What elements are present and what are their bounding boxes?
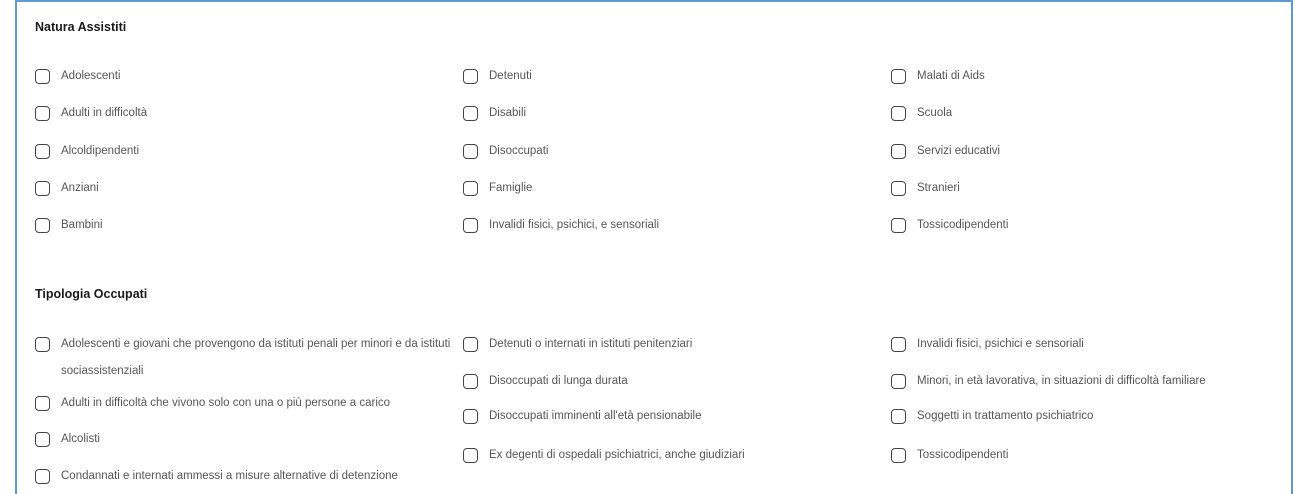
checkbox-label: Adolescenti e giovani che provengono da … xyxy=(61,338,451,377)
checkbox-adulti-persone-a-carico[interactable]: Adulti in difficoltà che vivono solo con… xyxy=(35,393,390,414)
checkbox-label: Minori, in età lavorativa, in situazioni… xyxy=(917,375,1206,387)
checkbox-label: Invalidi fisici, psichici, e sensoriali xyxy=(489,219,660,231)
checkbox-label: Stranieri xyxy=(917,182,960,194)
checkbox-box[interactable] xyxy=(891,448,906,463)
checkbox-label: Disabili xyxy=(489,107,527,119)
checkbox-box[interactable] xyxy=(891,337,906,352)
checkbox-scuola[interactable]: Scuola xyxy=(891,103,952,124)
checkbox-stranieri[interactable]: Stranieri xyxy=(891,178,960,199)
section-title-natura-assistiti: Natura Assistiti xyxy=(35,20,127,34)
checkbox-minori-eta-lavorativa[interactable]: Minori, in età lavorativa, in situazioni… xyxy=(891,371,1206,392)
checkbox-box[interactable] xyxy=(463,448,478,463)
checkbox-trattamento-psichiatrico[interactable]: Soggetti in trattamento psichiatrico xyxy=(891,406,1093,427)
checkbox-label: Tossicodipendenti xyxy=(917,449,1009,461)
checkbox-invalidi-fisici[interactable]: Invalidi fisici, psichici e sensoriali xyxy=(891,334,1084,355)
checkbox-label: Alcolisti xyxy=(61,433,100,445)
checkbox-servizi-educativi[interactable]: Servizi educativi xyxy=(891,141,1000,162)
checkbox-box[interactable] xyxy=(463,337,478,352)
checkbox-box[interactable] xyxy=(891,409,906,424)
checkbox-label: Detenuti o internati in istituti peniten… xyxy=(489,338,693,350)
checkbox-label: Condannati e internati ammessi a misure … xyxy=(61,470,398,482)
checkbox-label: Soggetti in trattamento psichiatrico xyxy=(917,410,1094,422)
checkbox-box[interactable] xyxy=(463,409,478,424)
checkbox-box[interactable] xyxy=(35,69,50,84)
checkbox-condannati-internati[interactable]: Condannati e internati ammessi a misure … xyxy=(35,466,398,487)
checkbox-box[interactable] xyxy=(891,374,906,389)
checkbox-box[interactable] xyxy=(891,144,906,159)
checkbox-box[interactable] xyxy=(35,469,50,484)
checkbox-alcoldipendenti[interactable]: Alcoldipendenti xyxy=(35,141,139,162)
checkbox-tossicodipendenti-occupati[interactable]: Tossicodipendenti xyxy=(891,445,1008,466)
checkbox-label: Tossicodipendenti xyxy=(917,219,1009,231)
checkbox-label: Adulti in difficoltà xyxy=(61,107,148,119)
checkbox-box[interactable] xyxy=(463,374,478,389)
checkbox-label: Malati di Aids xyxy=(917,70,985,82)
checkbox-box[interactable] xyxy=(35,106,50,121)
checkbox-box[interactable] xyxy=(35,144,50,159)
checkbox-box[interactable] xyxy=(463,144,478,159)
checkbox-label: Bambini xyxy=(61,219,103,231)
checkbox-detenuti[interactable]: Detenuti xyxy=(463,66,532,87)
checkbox-anziani[interactable]: Anziani xyxy=(35,178,99,199)
checkbox-label: Invalidi fisici, psichici e sensoriali xyxy=(917,338,1084,350)
checkbox-label: Ex degenti di ospedali psichiatrici, anc… xyxy=(489,449,745,461)
checkbox-label: Adulti in difficoltà che vivono solo con… xyxy=(61,397,391,409)
checkbox-box[interactable] xyxy=(35,432,50,447)
checkbox-adolescenti[interactable]: Adolescenti xyxy=(35,66,120,87)
checkbox-malati-di-aids[interactable]: Malati di Aids xyxy=(891,66,985,87)
checkbox-box[interactable] xyxy=(35,396,50,411)
checkbox-label: Detenuti xyxy=(489,70,532,82)
checkbox-disoccupati-imminenti[interactable]: Disoccupati imminenti all'età pensionabi… xyxy=(463,406,702,427)
checkbox-label: Famiglie xyxy=(489,182,533,194)
checkbox-tossicodipendenti[interactable]: Tossicodipendenti xyxy=(891,215,1008,236)
checkbox-box[interactable] xyxy=(35,181,50,196)
checkbox-label: Scuola xyxy=(917,107,953,119)
checkbox-adulti-in-difficolta[interactable]: Adulti in difficoltà xyxy=(35,103,147,124)
checkbox-ex-degenti[interactable]: Ex degenti di ospedali psichiatrici, anc… xyxy=(463,445,745,466)
checkbox-famiglie[interactable]: Famiglie xyxy=(463,178,532,199)
checkbox-disoccupati[interactable]: Disoccupati xyxy=(463,141,548,162)
checkbox-box[interactable] xyxy=(463,181,478,196)
checkbox-box[interactable] xyxy=(463,106,478,121)
section-title-tipologia-occupati: Tipologia Occupati xyxy=(35,287,148,301)
checkbox-label: Disoccupati di lunga durata xyxy=(489,375,628,387)
checkbox-box[interactable] xyxy=(463,69,478,84)
checkbox-label: Adolescenti xyxy=(61,70,121,82)
checkbox-adolescenti-giovani-istituti[interactable]: Adolescenti e giovani che provengono da … xyxy=(35,334,451,385)
checkbox-box[interactable] xyxy=(891,69,906,84)
checkbox-label: Disoccupati xyxy=(489,145,549,157)
form-panel: Natura Assistiti Adolescenti Adulti in d… xyxy=(15,0,1293,494)
checkbox-label: Anziani xyxy=(61,182,99,194)
checkbox-detenuti-internati[interactable]: Detenuti o internati in istituti peniten… xyxy=(463,334,692,355)
checkbox-box[interactable] xyxy=(891,106,906,121)
checkbox-label: Servizi educativi xyxy=(917,145,1001,157)
checkbox-alcolisti[interactable]: Alcolisti xyxy=(35,429,100,450)
checkbox-box[interactable] xyxy=(35,218,50,233)
checkbox-disoccupati-lunga-durata[interactable]: Disoccupati di lunga durata xyxy=(463,371,628,392)
checkbox-label: Alcoldipendenti xyxy=(61,145,140,157)
checkbox-box[interactable] xyxy=(35,337,50,352)
checkbox-box[interactable] xyxy=(463,218,478,233)
checkbox-disabili[interactable]: Disabili xyxy=(463,103,526,124)
checkbox-box[interactable] xyxy=(891,218,906,233)
checkbox-label: Disoccupati imminenti all'età pensionabi… xyxy=(489,410,702,422)
checkbox-bambini[interactable]: Bambini xyxy=(35,215,103,236)
checkbox-box[interactable] xyxy=(891,181,906,196)
checkbox-invalidi[interactable]: Invalidi fisici, psichici, e sensoriali xyxy=(463,215,659,236)
